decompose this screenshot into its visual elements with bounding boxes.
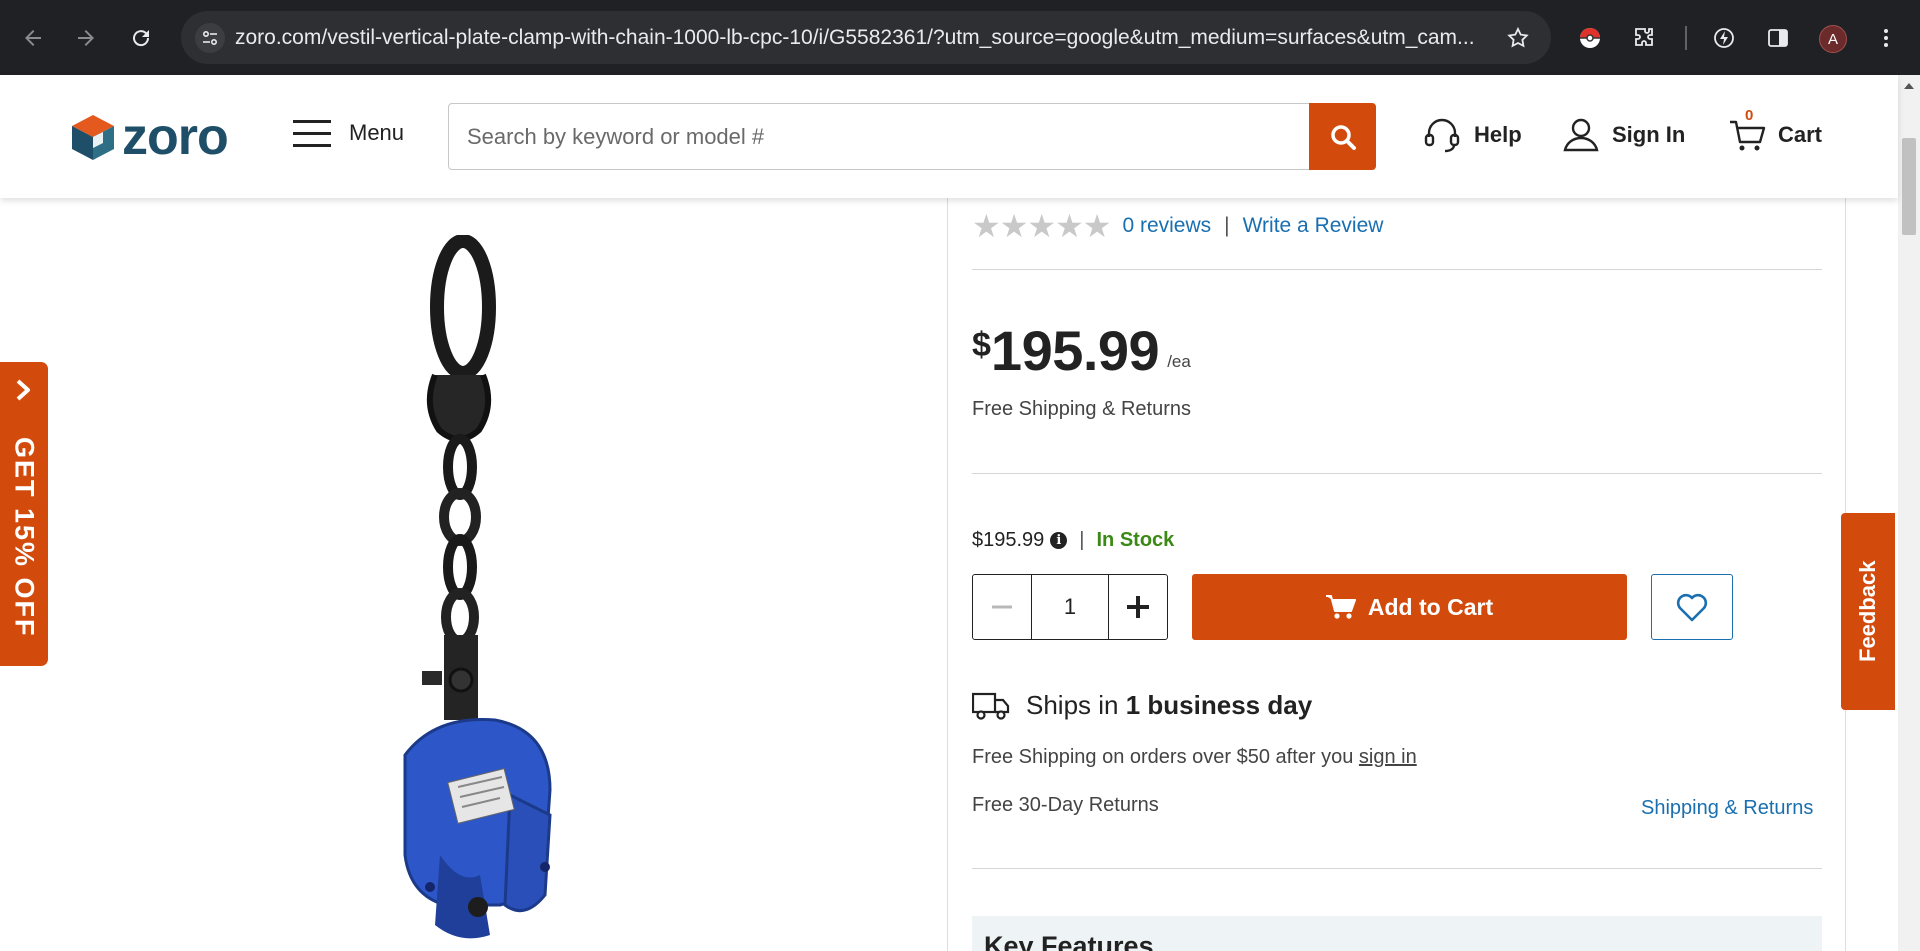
search-button[interactable]	[1309, 103, 1376, 170]
arrow-left-icon	[25, 30, 41, 46]
side-panel-icon[interactable]	[1760, 20, 1796, 56]
price-unit: /ea	[1167, 352, 1191, 371]
stock-status: In Stock	[1096, 529, 1175, 551]
zoro-cube-icon	[72, 115, 114, 160]
divider	[972, 473, 1822, 474]
add-to-wishlist-button[interactable]	[1651, 574, 1733, 640]
minus-icon	[992, 605, 1012, 609]
zoro-logo[interactable]: zoro	[70, 111, 250, 163]
cart-label: Cart	[1778, 122, 1823, 147]
shipping-returns-link[interactable]: Shipping & Returns	[1641, 797, 1813, 820]
increase-quantity-button[interactable]	[1109, 575, 1167, 639]
ships-in-row: Ships in 1 business day	[972, 690, 1312, 721]
arrow-right-icon	[78, 30, 94, 46]
free-shipping-note: Free Shipping on orders over $50 after y…	[972, 746, 1417, 769]
key-features-title: Key Features	[984, 931, 1154, 951]
separator: |	[1224, 214, 1230, 237]
ships-prefix: Ships in	[1026, 690, 1126, 720]
key-features-section: Key Features	[972, 916, 1822, 951]
price-currency: $	[972, 326, 991, 364]
stock-row: $195.99 i | In Stock	[972, 529, 1174, 552]
unit-price: $195.99	[972, 529, 1045, 551]
performance-icon[interactable]	[1706, 20, 1742, 56]
ships-text: Ships in 1 business day	[1026, 690, 1312, 721]
site-header: zoro Menu Help Sign In Cart 0	[0, 75, 1898, 198]
help-label: Help	[1474, 122, 1522, 147]
plus-icon	[1127, 596, 1149, 618]
reviews-link[interactable]: 0 reviews	[1122, 214, 1211, 238]
reload-icon	[133, 30, 150, 47]
cart-link[interactable]: Cart	[1728, 115, 1822, 155]
product-price: $ 195.99 /ea	[972, 318, 1191, 383]
page-scrollbar[interactable]	[1898, 75, 1920, 951]
product-image[interactable]	[360, 235, 570, 945]
sign-in-label: Sign In	[1612, 122, 1686, 147]
address-bar[interactable]: zoro.com/vestil-vertical-plate-clamp-wit…	[181, 11, 1551, 64]
help-link[interactable]: Help	[1422, 115, 1522, 155]
search-box	[448, 103, 1376, 170]
scroll-up-arrow[interactable]	[1904, 83, 1914, 89]
add-to-cart-label: Add to Cart	[1367, 593, 1494, 620]
search-input[interactable]	[467, 104, 1307, 169]
price-amount: 195.99	[990, 319, 1160, 382]
write-review-link[interactable]: Write a Review	[1243, 214, 1384, 238]
divider	[972, 868, 1822, 869]
returns-note: Free 30-Day Returns	[972, 794, 1159, 816]
site-info-icon[interactable]	[195, 23, 225, 53]
quantity-input[interactable]: 1	[1031, 575, 1109, 639]
truck-icon	[972, 692, 1010, 720]
quantity-stepper: 1	[972, 574, 1168, 640]
free-shipping-returns: Free Shipping & Returns	[972, 398, 1192, 420]
sign-in-inline-link[interactable]: sign in	[1359, 746, 1417, 768]
info-icon[interactable]: i	[1050, 532, 1068, 549]
cart-icon	[1325, 595, 1356, 619]
bookmark-star-icon[interactable]	[1503, 23, 1533, 53]
back-button[interactable]	[14, 19, 52, 57]
user-icon	[1563, 118, 1599, 152]
star-rating-icon: ★★★★★	[972, 208, 1111, 244]
search-icon	[1330, 124, 1356, 150]
url-text[interactable]: zoro.com/vestil-vertical-plate-clamp-wit…	[235, 26, 1485, 50]
separator: |	[1079, 529, 1085, 551]
toolbar-separator	[1685, 26, 1687, 50]
browser-chrome: zoro.com/vestil-vertical-plate-clamp-wit…	[0, 0, 1920, 75]
ships-duration: 1 business day	[1125, 690, 1313, 720]
promo-tab[interactable]: GET 15% OFF	[0, 362, 48, 666]
logo-text: zoro	[122, 108, 229, 166]
pokeball-extension-icon[interactable]	[1572, 20, 1608, 56]
reload-button[interactable]	[122, 19, 160, 57]
decrease-quantity-button[interactable]	[973, 575, 1031, 639]
divider	[972, 269, 1822, 270]
scrollbar-thumb[interactable]	[1902, 138, 1916, 235]
hamburger-icon	[293, 120, 331, 147]
add-to-cart-button[interactable]: Add to Cart	[1192, 574, 1627, 640]
promo-label: GET 15% OFF	[9, 436, 40, 638]
free-shipping-note-text: Free Shipping on orders over $50 after y…	[972, 746, 1359, 768]
heart-icon	[1676, 593, 1708, 622]
extensions-puzzle-icon[interactable]	[1627, 20, 1663, 56]
feedback-label: Feedback	[1855, 560, 1880, 663]
menu-button[interactable]: Menu	[293, 115, 404, 151]
rating-row: ★★★★★ 0 reviews | Write a Review	[972, 208, 1384, 244]
sign-in-link[interactable]: Sign In	[1562, 115, 1685, 155]
column-divider	[947, 198, 948, 951]
feedback-tab[interactable]: Feedback	[1841, 513, 1895, 710]
menu-label: Menu	[349, 120, 405, 145]
chevron-right-icon	[10, 376, 38, 404]
cart-count-badge: 0	[1745, 107, 1754, 124]
chrome-menu-icon[interactable]	[1868, 20, 1904, 56]
headset-icon	[1424, 118, 1460, 153]
profile-avatar[interactable]: A	[1819, 25, 1847, 53]
forward-button[interactable]	[67, 19, 105, 57]
